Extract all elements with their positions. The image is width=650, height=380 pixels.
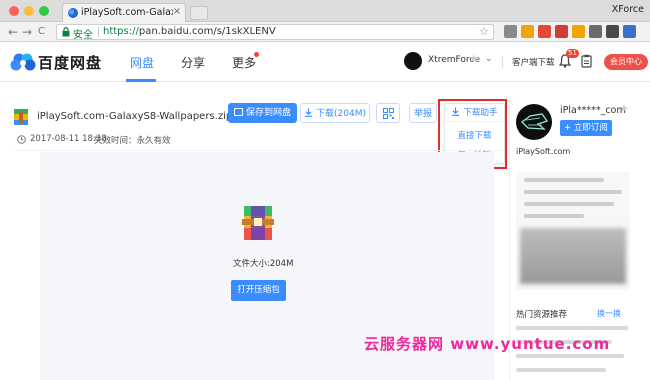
sharer-site: iPlaySoft.com (516, 147, 571, 156)
url-separator (98, 27, 99, 37)
blurred-line (516, 354, 624, 358)
report-button[interactable]: 举报 (409, 103, 437, 123)
open-archive-button[interactable]: 打开压缩包 (231, 280, 286, 301)
refresh-recommendations-link[interactable]: 换一换 (597, 308, 621, 319)
header-divider (502, 56, 503, 68)
share-expire: 失效时间：永久有效 (94, 136, 171, 146)
site-header: 百度网盘 网盘 分享 更多 XtremForce ★ ⌄ 客户端下载 51 会员… (0, 42, 650, 82)
tab-title: iPlaySoft.com-GalaxyS8-Wallp (81, 7, 173, 18)
blurred-line (516, 368, 606, 372)
blurred-line (524, 178, 604, 182)
chevron-down-icon[interactable]: ⌄ (485, 54, 493, 64)
blurred-line (524, 190, 622, 194)
extension-icon-1[interactable] (504, 25, 517, 38)
extension-icon-8[interactable] (623, 25, 636, 38)
extension-icon-6[interactable] (589, 25, 602, 38)
blurred-line (516, 326, 628, 330)
new-badge-dot (254, 52, 259, 57)
share-filename: iPlaySoft.com-GalaxyS8-Wallpapers.zip (37, 111, 233, 122)
file-size-text: 文件大小:204M (233, 259, 294, 269)
zoom-window-button[interactable] (39, 6, 49, 16)
nav-item-netdisk[interactable]: 网盘 (130, 54, 154, 71)
extension-icon-7[interactable] (606, 25, 619, 38)
download-icon (304, 108, 313, 117)
baidu-cloud-logo-icon[interactable] (10, 52, 36, 72)
hot-resources-title: 热门资源推荐 (516, 310, 568, 320)
notification-count-badge: 51 (566, 49, 579, 58)
client-download-link[interactable]: 客户端下载 (512, 56, 555, 68)
avatar[interactable] (404, 52, 422, 70)
lock-icon (62, 27, 70, 37)
reload-button[interactable]: C (38, 26, 45, 37)
winrar-icon (242, 206, 274, 240)
profile-name[interactable]: XForce (612, 4, 644, 15)
save-to-netdisk-button[interactable]: 保存到网盘 (228, 103, 297, 123)
url-text: https://pan.baidu.com/s/1skXLENV (103, 26, 276, 37)
browser-tab-bar: iPlaySoft.com-GalaxyS8-Wallp × XForce (0, 0, 650, 22)
nav-item-share[interactable]: 分享 (181, 54, 205, 71)
forward-button[interactable]: → (22, 25, 32, 39)
site-logo-text[interactable]: 百度网盘 (38, 52, 102, 73)
clipboard-icon[interactable] (581, 54, 592, 68)
zip-file-icon (14, 109, 28, 125)
url-path: pan.baidu.com/s/1skXLENV (138, 26, 276, 37)
save-button-label: 保存到网盘 (245, 108, 291, 118)
close-icon[interactable]: × (173, 6, 181, 17)
download-button-label: 下载(204M) (316, 109, 366, 119)
clock-icon (17, 135, 26, 144)
section-divider (14, 150, 504, 151)
extension-icon-2[interactable] (521, 25, 534, 38)
blurred-ad-area (516, 172, 630, 290)
extension-icon-3[interactable] (538, 25, 551, 38)
url-scheme: https:// (103, 26, 139, 37)
new-tab-button[interactable] (190, 6, 208, 20)
blurred-line (524, 202, 614, 206)
blurred-line (524, 214, 584, 218)
vip-star-icon: ★ (469, 52, 479, 65)
sharer-avatar-image (521, 113, 549, 130)
browser-tab[interactable]: iPlaySoft.com-GalaxyS8-Wallp × (62, 3, 186, 22)
sharer-username[interactable]: iPla*****_com (560, 105, 626, 116)
vip-star-icon: ★ (619, 102, 629, 115)
address-bar-row: ← → C 安全 https://pan.baidu.com/s/1skXLEN… (0, 22, 650, 42)
download-button[interactable]: 下载(204M) (300, 103, 370, 123)
subscribe-button[interactable]: + 立即订阅 (560, 120, 612, 136)
close-window-button[interactable] (9, 6, 19, 16)
site-watermark: 云服务器网 www.yuntue.com (364, 335, 611, 353)
nav-item-more[interactable]: 更多 (232, 54, 256, 71)
minimize-window-button[interactable] (24, 6, 34, 16)
back-button[interactable]: ← (8, 25, 18, 39)
star-icon[interactable]: ☆ (479, 25, 489, 38)
save-icon (233, 108, 243, 116)
qr-code-button[interactable] (376, 103, 400, 123)
member-center-button[interactable]: 会员中心 (604, 54, 648, 70)
active-nav-underline (126, 79, 156, 82)
sharer-avatar[interactable] (516, 104, 552, 140)
qr-code-icon (382, 108, 394, 119)
url-field[interactable]: 安全 https://pan.baidu.com/s/1skXLENV ☆ (56, 24, 494, 41)
extension-icon-5[interactable] (572, 25, 585, 38)
baidu-favicon-icon (68, 8, 78, 18)
extension-icon-4[interactable] (555, 25, 568, 38)
secure-label: 安全 (73, 30, 93, 41)
blurred-image (520, 228, 626, 284)
